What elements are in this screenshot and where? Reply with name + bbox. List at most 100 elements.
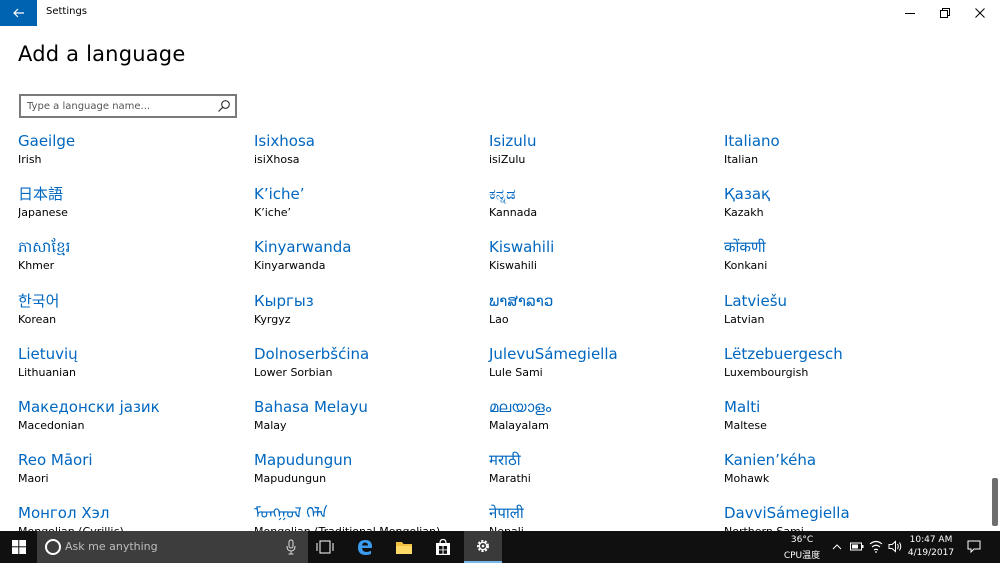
battery-icon[interactable] [850, 542, 864, 551]
language-english-name: Korean [18, 312, 57, 326]
language-item[interactable]: Lëtzebuergesch Luxembourgish [724, 345, 944, 395]
language-item[interactable]: JulevuSámegiella Lule Sami [489, 345, 709, 395]
language-english-name: Kinyarwanda [254, 259, 326, 273]
chevron-up-icon[interactable] [832, 543, 842, 551]
language-english-name: isiXhosa [254, 153, 300, 166]
language-grid: Gaeilge Irish Isixhosa isiXhosa Isizulu isiZu… [18, 132, 978, 531]
language-english-name: Latvian [724, 312, 765, 326]
search-icon[interactable] [217, 99, 231, 113]
language-item[interactable]: ភាសាខ្មែរ Khmer [18, 238, 238, 288]
language-native-name: Italiano [724, 132, 780, 150]
microphone-icon[interactable] [286, 539, 296, 555]
language-english-name: isiZulu [489, 153, 526, 166]
language-native-name: Latviešu [724, 291, 788, 310]
taskbar-search[interactable]: Ask me anything [37, 531, 308, 563]
store-icon [436, 538, 450, 555]
language-item[interactable]: K’iche’ K’iche’ [254, 185, 474, 235]
language-native-name: Isixhosa [254, 132, 315, 150]
language-english-name: Konkani [724, 259, 768, 273]
close-button[interactable] [963, 0, 997, 26]
language-item[interactable]: Reo Māori Maori [18, 451, 238, 501]
language-item[interactable]: Mapudungun Mapudungun [254, 451, 474, 501]
minimize-icon [905, 13, 915, 14]
language-item[interactable]: मराठी Marathi [489, 451, 709, 501]
scrollbar-thumb[interactable] [992, 478, 998, 526]
language-native-name: ភាសាខ្មែរ [18, 238, 71, 257]
language-english-name: Lithuanian [18, 365, 76, 379]
language-item[interactable]: Latviešu Latvian [724, 292, 944, 342]
taskbar-search-placeholder: Ask me anything [65, 540, 158, 553]
language-native-name: ພາສາລາວ [489, 291, 554, 310]
language-native-name: DavviSámegiella [724, 504, 850, 523]
language-item[interactable]: മലയാളം Malayalam [489, 398, 709, 448]
language-english-name: Kazakh [724, 206, 764, 220]
language-english-name: Maori [18, 472, 49, 486]
language-item[interactable]: Italiano Italian [724, 132, 944, 182]
settings-taskbar-button[interactable] [464, 531, 502, 563]
language-item[interactable]: Dolnoserbšćina Lower Sorbian [254, 345, 474, 395]
language-item[interactable]: Isizulu isiZulu [489, 132, 709, 182]
store-button[interactable] [424, 531, 462, 563]
cortana-icon [45, 539, 61, 555]
language-item[interactable]: Kiswahili Kiswahili [489, 238, 709, 288]
language-english-name: Lower Sorbian [254, 365, 333, 379]
action-center-icon[interactable] [967, 540, 981, 553]
language-item[interactable]: नेपालीNepali [489, 504, 709, 531]
language-item[interactable]: Kinyarwanda Kinyarwanda [254, 238, 474, 288]
cpu-label: CPU温度 [783, 551, 821, 561]
file-explorer-button[interactable] [385, 531, 423, 563]
language-item[interactable]: Lietuvių Lithuanian [18, 345, 238, 395]
language-search-input[interactable] [27, 98, 212, 114]
language-item[interactable]: 日本語 Japanese [18, 185, 238, 235]
language-native-name: Reo Māori [18, 451, 93, 470]
network-icon[interactable] [869, 540, 883, 553]
language-native-name: Dolnoserbšćina [254, 344, 370, 363]
language-english-name: Mohawk [724, 472, 770, 486]
cpu-temperature: 36°C [790, 535, 814, 545]
language-native-name: मराठी [489, 451, 521, 470]
language-item[interactable]: कोंकणी Konkani [724, 238, 944, 288]
language-item[interactable]: Kanien’kéha Mohawk [724, 451, 944, 501]
restore-button[interactable] [928, 0, 962, 26]
language-native-name: Isizulu [489, 132, 537, 150]
language-item[interactable]: Монгол ХэлMongolian (Cyrillic) [18, 504, 238, 531]
language-native-name: ᠮᠣᠩᠭᠣᠯ ᠬᠡᠯᠡ [254, 504, 328, 523]
language-item[interactable]: Isixhosa isiXhosa [254, 132, 474, 182]
language-native-name: മലയാളം [489, 398, 552, 416]
edge-button[interactable] [346, 531, 384, 563]
language-item[interactable]: DavviSámegiellaNorthern Sami [724, 504, 944, 531]
language-native-name: Lietuvių [18, 344, 78, 363]
language-native-name: Македонски јазик [18, 398, 160, 416]
language-english-name: Irish [18, 153, 42, 166]
language-item[interactable]: ᠮᠣᠩᠭᠣᠯ ᠬᠡᠯᠡMongolian (Traditional Mongol… [254, 504, 474, 531]
language-item[interactable]: Malti Maltese [724, 398, 944, 448]
task-view-button[interactable] [306, 531, 344, 563]
language-native-name: Gaeilge [18, 132, 76, 150]
back-button[interactable] [0, 0, 37, 26]
language-search-box[interactable] [19, 94, 237, 118]
language-english-name: Khmer [18, 259, 55, 273]
language-english-name: Malay [254, 419, 287, 432]
start-button[interactable] [0, 531, 37, 563]
task-view-icon [316, 540, 334, 554]
language-item[interactable]: Кыргыз Kyrgyz [254, 292, 474, 342]
volume-icon[interactable] [888, 540, 902, 553]
language-native-name: Kanien’kéha [724, 451, 817, 470]
language-item[interactable]: ພາສາລາວ Lao [489, 292, 709, 342]
language-native-name: Mapudungun [254, 451, 353, 470]
close-icon [975, 8, 985, 18]
language-item[interactable]: Қазақ Kazakh [724, 185, 944, 235]
language-item[interactable]: Gaeilge Irish [18, 132, 238, 182]
edge-icon [358, 540, 373, 555]
language-english-name: Marathi [489, 472, 531, 486]
clock-time[interactable]: 10:47 AM [905, 535, 957, 545]
language-item[interactable]: Bahasa Melayu Malay [254, 398, 474, 448]
language-native-name: 한국어 [18, 291, 60, 310]
clock-date[interactable]: 4/19/2017 [905, 548, 957, 558]
minimize-button[interactable] [893, 0, 927, 26]
language-item[interactable]: Македонски јазик Macedonian [18, 398, 238, 448]
language-item[interactable]: ಕನ್ನಡ Kannada [489, 185, 709, 235]
language-item[interactable]: 한국어 Korean [18, 292, 238, 342]
folder-icon [396, 541, 412, 554]
language-native-name: Malti [724, 398, 761, 416]
